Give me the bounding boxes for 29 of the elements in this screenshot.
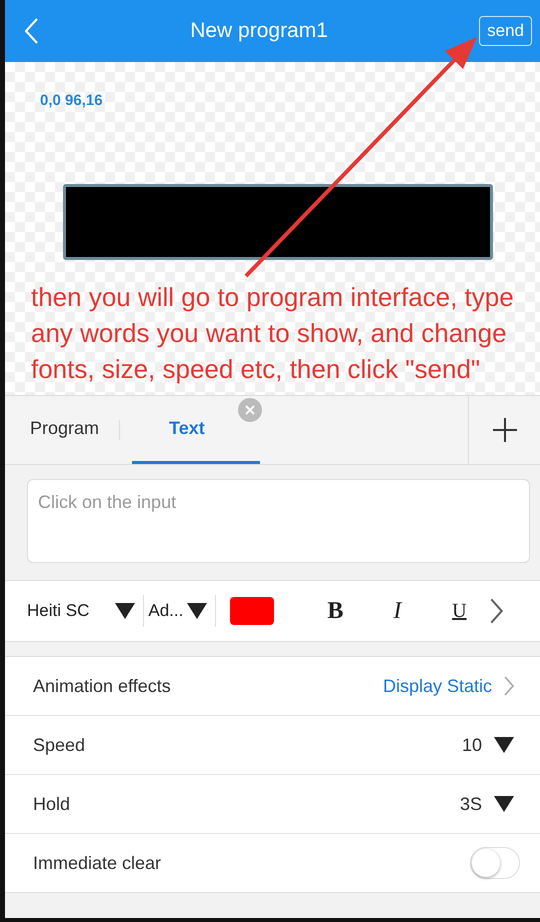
chevron-right-icon [504, 676, 514, 696]
dropdown-triangle-icon [115, 603, 136, 619]
annotation-text: then you will go to program interface, type any words you want to show, and change fonts, size, speed etc, then click "send" [31, 281, 515, 386]
setting-label: Immediate clear [33, 852, 162, 874]
dropdown-triangle-icon [494, 796, 514, 812]
window-title: New program1 [190, 19, 328, 43]
dropdown-triangle-icon [494, 737, 514, 753]
toggle-switch[interactable] [470, 847, 520, 879]
close-icon[interactable] [238, 398, 262, 422]
back-icon[interactable] [25, 18, 39, 44]
plus-icon [492, 418, 516, 442]
text-input[interactable]: Click on the input [27, 479, 530, 563]
led-preview[interactable] [63, 184, 493, 260]
italic-button[interactable]: I [366, 596, 428, 626]
font-dropdown[interactable]: Heiti SC [23, 601, 144, 621]
setting-label: Speed [33, 734, 86, 756]
setting-label: Hold [33, 794, 70, 814]
chevron-right-icon [490, 598, 504, 624]
value-dropdown[interactable]: 3S [454, 792, 520, 816]
animation-select[interactable]: Display Static [376, 674, 520, 698]
coordinates-label: 0,0 96,16 [40, 92, 104, 109]
underline-button[interactable]: U [428, 598, 490, 624]
value-dropdown[interactable]: 10 [456, 734, 520, 756]
setting-label: Animation effects [33, 676, 171, 696]
bold-button[interactable]: B [304, 596, 366, 626]
dropdown-triangle-icon [187, 603, 208, 619]
color-swatch[interactable] [230, 597, 274, 625]
size-dropdown[interactable]: Ad... [144, 601, 216, 621]
tab[interactable]: Program [5, 396, 120, 464]
